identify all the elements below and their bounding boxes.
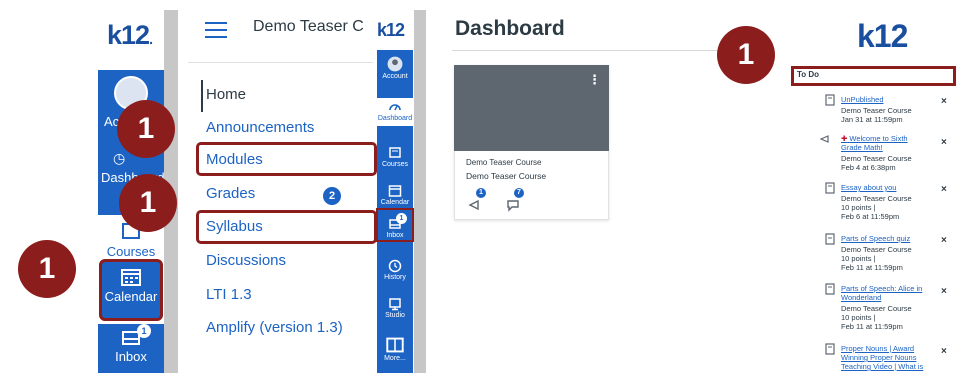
narrow-nav-label: Inbox: [386, 232, 404, 239]
announcement-badge: 1: [476, 188, 486, 198]
todo-item-course: Demo Teaser Course: [841, 304, 912, 313]
calendar-icon: [388, 185, 402, 197]
todo-item-due: Jan 31 at 11:59pm: [841, 115, 903, 124]
discussion-badge: 7: [514, 188, 524, 198]
account-avatar-icon: [387, 56, 403, 72]
todo-item-course: Demo Teaser Course: [841, 194, 912, 203]
courses-label: Courses: [106, 244, 156, 259]
narrow-nav-label: Studio: [385, 312, 405, 319]
inbox-badge: 1: [137, 324, 151, 338]
inbox-label: Inbox: [115, 349, 147, 364]
dismiss-close-icon[interactable]: ×: [941, 235, 947, 246]
inbox-badge-narrow: 1: [396, 213, 407, 224]
todo-item-course: Demo Teaser Course: [841, 154, 912, 163]
todo-item-link[interactable]: ✚ Welcome to Sixth: [841, 134, 908, 143]
course-nav-announcements[interactable]: Announcements: [206, 119, 314, 136]
studio-icon: [389, 298, 401, 311]
todo-item-points: 10 points |: [841, 203, 876, 212]
callout-number-modules: 1: [117, 100, 175, 158]
course-header-divider: [188, 62, 373, 63]
narrow-nav-label: Dashboard: [377, 115, 413, 122]
active-indicator: [201, 80, 203, 112]
discussion-icon[interactable]: [506, 197, 522, 213]
course-card-subtitle: Demo Teaser Course: [466, 171, 547, 181]
course-title[interactable]: Demo Teaser C: [253, 18, 364, 36]
quiz-icon: [825, 233, 835, 245]
grades-badge: 2: [323, 187, 341, 205]
todo-item-due: Feb 4 at 6:38pm: [841, 163, 896, 172]
dismiss-close-icon[interactable]: ×: [941, 137, 947, 148]
todo-item-link[interactable]: Parts of Speech: Alice in: [841, 284, 922, 293]
course-nav-discussions[interactable]: Discussions: [206, 252, 286, 269]
todo-item-course: Demo Teaser Course: [841, 245, 912, 254]
scrollbar[interactable]: [414, 10, 426, 373]
dashboard-icon: [389, 104, 401, 111]
todo-item-link[interactable]: Parts of Speech quiz: [841, 234, 910, 243]
narrow-nav-label: History: [384, 274, 406, 281]
todo-item-link-cont[interactable]: Winning Proper Nouns: [841, 353, 916, 362]
course-nav-lti[interactable]: LTI 1.3: [206, 286, 252, 303]
todo-item-link-cont[interactable]: Teaching Video | What is: [841, 362, 923, 371]
todo-item-course: Demo Teaser Course: [841, 106, 912, 115]
course-nav-grades[interactable]: Grades: [206, 185, 255, 202]
page-title: Dashboard: [455, 17, 565, 40]
course-card-title[interactable]: Demo Teaser Course: [466, 158, 541, 167]
k12-logo-small: k12: [377, 20, 405, 40]
todo-item-link[interactable]: Essay about you: [841, 183, 896, 192]
inbox-nav-item[interactable]: Inbox: [98, 324, 164, 373]
assignment-icon: [825, 94, 835, 106]
calendar-nav-item[interactable]: Calendar: [99, 259, 163, 321]
assignment-icon: [825, 343, 835, 355]
course-nav-amplify[interactable]: Amplify (version 1.3): [206, 319, 343, 336]
todo-item-link[interactable]: UnPublished: [841, 95, 884, 104]
narrow-nav-label: Calendar: [380, 199, 410, 206]
card-options-icon[interactable]: ⋮: [588, 72, 601, 88]
narrow-nav-calendar[interactable]: Calendar: [377, 184, 413, 207]
calendar-icon: [121, 269, 141, 286]
narrow-nav-account[interactable]: Account: [377, 56, 413, 81]
todo-item-due: Feb 11 at 11:59pm: [841, 322, 903, 331]
k12-logo-large: k12: [857, 18, 908, 54]
todo-item-points: 10 points |: [841, 313, 876, 322]
assignment-icon: [825, 182, 835, 194]
callout-number-todo: 1: [717, 26, 775, 84]
dashboard-icon[interactable]: ◷: [113, 150, 125, 167]
history-clock-icon: [388, 259, 402, 273]
narrow-nav-more[interactable]: More...: [377, 336, 413, 363]
courses-icon: [389, 147, 401, 158]
narrow-nav-history[interactable]: History: [377, 259, 413, 282]
todo-item-points: 10 points |: [841, 254, 876, 263]
course-nav-home[interactable]: Home: [206, 86, 246, 103]
narrow-nav-label: More...: [384, 355, 406, 362]
course-card-image[interactable]: [454, 65, 609, 151]
hamburger-menu-icon[interactable]: [205, 22, 227, 38]
todo-item-due: Feb 11 at 11:59pm: [841, 263, 903, 272]
course-nav-modules[interactable]: Modules: [206, 151, 263, 168]
dismiss-close-icon[interactable]: ×: [941, 346, 947, 357]
announcement-icon: [820, 135, 829, 143]
calendar-label: Calendar: [104, 289, 158, 304]
callout-number-calendar: 1: [18, 240, 76, 298]
todo-item-link-cont[interactable]: Grade Math!: [841, 143, 883, 152]
narrow-nav-inbox[interactable]: Inbox: [377, 217, 413, 240]
narrow-nav-dashboard[interactable]: Dashboard: [377, 98, 413, 126]
narrow-nav-courses[interactable]: Courses: [377, 146, 413, 169]
todo-item-due: Feb 6 at 11:59pm: [841, 212, 900, 221]
course-nav-syllabus[interactable]: Syllabus: [206, 218, 263, 235]
assignment-icon: [825, 283, 835, 295]
narrow-nav-studio[interactable]: Studio: [377, 297, 413, 320]
todo-item-link-cont[interactable]: Wonderland: [841, 293, 881, 302]
dismiss-close-icon[interactable]: ×: [941, 184, 947, 195]
dismiss-close-icon[interactable]: ×: [941, 286, 947, 297]
k12-logo: k12.: [107, 20, 153, 50]
narrow-nav-label: Courses: [381, 161, 409, 168]
narrow-nav-label: Account: [382, 73, 408, 80]
more-icon: [386, 337, 404, 353]
todo-heading: To Do: [797, 70, 820, 79]
todo-item-link[interactable]: Proper Nouns | Award: [841, 344, 914, 353]
dashboard-divider: [452, 50, 732, 51]
dismiss-close-icon[interactable]: ×: [941, 96, 947, 107]
callout-number-syllabus: 1: [119, 174, 177, 232]
announcement-icon[interactable]: [468, 197, 484, 213]
